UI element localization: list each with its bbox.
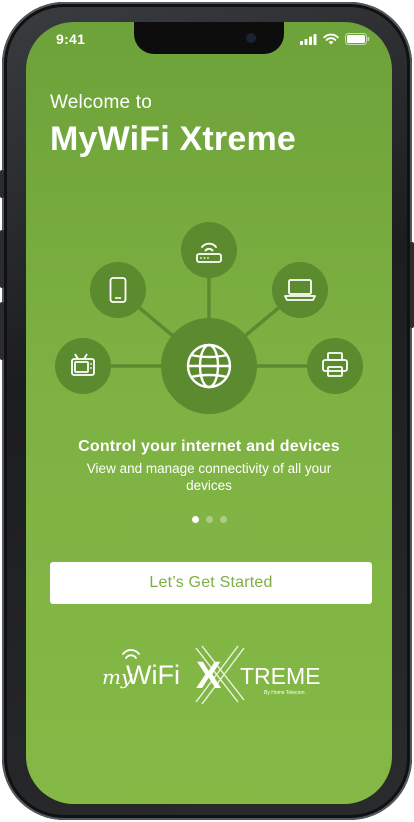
logo-text-wifi: WiFi (126, 660, 180, 690)
smartphone-icon (90, 262, 146, 318)
laptop-icon (272, 262, 328, 318)
connectivity-diagram (55, 222, 363, 414)
tv-icon (55, 338, 111, 394)
logo-text-treme: TREME (240, 663, 321, 689)
wifi-signal-logo-icon (122, 649, 140, 659)
printer-icon (307, 338, 363, 394)
welcome-text: Welcome to (50, 92, 152, 113)
notch (134, 22, 284, 54)
power-button (410, 242, 414, 328)
slide-heading: Control your internet and devices (78, 438, 340, 455)
app-title: MyWiFi Xtreme (50, 120, 297, 158)
status-time: 9:41 (56, 31, 86, 47)
wifi-icon (323, 33, 339, 45)
get-started-button[interactable]: Let’s Get Started (50, 562, 372, 604)
page-dot[interactable] (205, 516, 213, 523)
page-indicator[interactable] (26, 516, 392, 523)
logo-tagline: By Home Telecom (264, 690, 304, 696)
volume-up-button (0, 230, 4, 288)
app-screen: 9:41 Welcome to MyWiFi Xtreme Control yo… (26, 22, 392, 804)
phone-frame: 9:41 Welcome to MyWiFi Xtreme Control yo… (0, 2, 414, 820)
front-camera (246, 33, 256, 43)
router-icon (181, 222, 237, 278)
battery-icon (345, 33, 370, 45)
cellular-signal-icon (300, 33, 317, 45)
slide-description: View and manage connectivity of all your… (86, 461, 332, 493)
globe-icon (161, 318, 257, 414)
volume-down-button (0, 302, 4, 360)
page-dot[interactable] (219, 516, 227, 523)
status-icons (300, 33, 370, 45)
mywifi-xtreme-logo: my WiFi X TREME By Home Telecom (102, 645, 321, 705)
mute-switch (0, 170, 4, 198)
logo-text-x: X (196, 655, 222, 697)
page-dot-active[interactable] (191, 516, 199, 523)
